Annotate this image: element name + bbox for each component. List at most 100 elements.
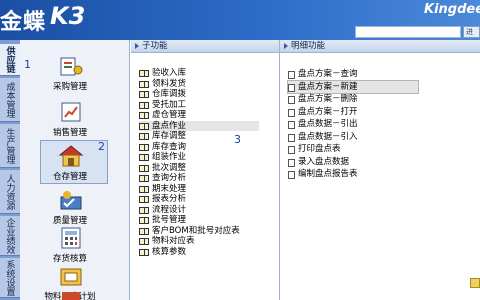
module-sales[interactable]: 销售管理 xyxy=(20,96,130,140)
annotation-1: 1 xyxy=(24,58,31,71)
tab-supply-chain[interactable]: 供应链 xyxy=(0,44,20,76)
list-item[interactable]: 盘点数据－引入 xyxy=(288,131,418,144)
document-icon xyxy=(288,83,295,92)
tab-system-settings[interactable]: 系统设置 xyxy=(0,258,20,298)
list-item-selected[interactable]: 盘点方案－新建 xyxy=(287,79,419,94)
book-icon xyxy=(139,112,149,119)
document-icon xyxy=(288,171,295,179)
book-icon xyxy=(139,196,149,203)
item-label: 客户BOM和批号对应表 xyxy=(152,225,240,236)
item-label: 盘点作业 xyxy=(152,120,187,131)
module-panel: 采购管理 销售管理 仓存管理 质量管理 存货核算 xyxy=(20,40,130,300)
list-item[interactable]: 录入盘点数据 xyxy=(288,156,418,169)
list-item[interactable]: 查询分析 xyxy=(139,173,259,184)
book-icon xyxy=(139,101,149,109)
list-item[interactable]: 批次调整 xyxy=(139,163,259,174)
list-item[interactable]: 期末处理 xyxy=(139,184,259,195)
list-item[interactable]: 流程设计 xyxy=(139,205,259,216)
quality-icon xyxy=(60,191,82,210)
search-button[interactable]: 进 xyxy=(463,26,480,38)
book-icon xyxy=(139,185,149,193)
search-input[interactable] xyxy=(355,26,461,38)
item-label: 物料对应表 xyxy=(152,236,195,246)
module-label: 仓存管理 xyxy=(52,172,87,182)
logo-text: 金蝶 xyxy=(0,10,47,35)
list-item[interactable]: 仓库调拨 xyxy=(139,89,259,100)
item-label: 盘点方案－打开 xyxy=(298,106,358,117)
list-item[interactable]: 库存查询 xyxy=(139,142,259,153)
book-icon xyxy=(139,122,149,130)
partial-module-icon xyxy=(62,292,80,300)
document-icon xyxy=(288,146,295,154)
tab-production-management[interactable]: 生产管理 xyxy=(0,124,20,168)
tab-enterprise-performance[interactable]: 企业绩效 xyxy=(0,216,20,256)
item-label: 编制盘点报告表 xyxy=(298,169,358,179)
list-item[interactable]: 批号管理 xyxy=(139,215,259,226)
document-icon xyxy=(288,121,295,129)
panel-divider xyxy=(279,40,280,300)
item-label: 批号管理 xyxy=(152,215,187,225)
item-label: 领料发货 xyxy=(152,78,187,89)
category-tabs: 供应链 成本管理 生产管理 人力资源 企业绩效 系统设置 xyxy=(0,40,20,300)
list-item[interactable]: 领料发货 xyxy=(139,79,259,90)
item-label: 盘点方案－查询 xyxy=(298,69,358,79)
list-item[interactable]: 受托加工 xyxy=(139,100,259,111)
list-item[interactable]: 盘点方案－删除 xyxy=(288,93,418,106)
book-icon xyxy=(139,248,149,256)
list-item[interactable]: 编制盘点报告表 xyxy=(288,168,418,181)
detail-function-title: 明细功能 xyxy=(291,41,326,51)
annotation-2: 2 xyxy=(98,140,105,153)
book-icon xyxy=(139,206,149,214)
item-label: 期末处理 xyxy=(152,183,187,194)
book-icon xyxy=(139,227,149,235)
item-label: 盘点方案－新建 xyxy=(298,81,358,92)
logo-mark: K3 xyxy=(50,2,86,30)
list-item[interactable]: 报表分析 xyxy=(139,194,259,205)
tab-cost-management[interactable]: 成本管理 xyxy=(0,78,20,122)
list-item[interactable]: 验收入库 xyxy=(139,68,259,79)
book-icon xyxy=(139,80,149,88)
list-item[interactable]: 客户BOM和批号对应表 xyxy=(139,226,259,237)
book-icon xyxy=(139,91,149,98)
sub-function-title: 子功能 xyxy=(142,41,168,51)
corner-tool-icon[interactable] xyxy=(470,278,480,288)
list-item[interactable]: 盘点数据－引出 xyxy=(288,118,418,131)
item-label: 仓库调拨 xyxy=(152,89,187,99)
book-icon xyxy=(139,164,149,172)
item-label: 库存查询 xyxy=(152,141,187,152)
item-label: 验收入库 xyxy=(152,68,187,78)
list-item[interactable]: 库存调整 xyxy=(139,131,259,142)
app-header: 金蝶 K3 Kingdee 进 xyxy=(0,0,480,40)
document-icon xyxy=(288,133,295,142)
item-label: 核算参数 xyxy=(152,246,187,257)
list-item-selected[interactable]: 盘点作业 xyxy=(139,120,259,131)
book-icon xyxy=(139,175,149,182)
list-item[interactable]: 打印盘点表 xyxy=(288,143,418,156)
list-item[interactable]: 核算参数 xyxy=(139,247,259,258)
list-item[interactable]: 盘点方案－查询 xyxy=(288,68,418,81)
list-item[interactable]: 虚仓管理 xyxy=(139,110,259,121)
list-item[interactable]: 组装作业 xyxy=(139,152,259,163)
tab-human-resources[interactable]: 人力资源 xyxy=(0,170,20,214)
book-icon xyxy=(139,133,149,140)
document-icon xyxy=(288,108,295,117)
module-label: 采购管理 xyxy=(52,82,87,92)
item-label: 盘点数据－引出 xyxy=(298,119,358,129)
module-warehouse[interactable]: 仓存管理 xyxy=(20,140,130,184)
item-label: 盘点方案－删除 xyxy=(298,94,358,104)
item-label: 组装作业 xyxy=(152,152,187,162)
list-item[interactable]: 盘点方案－打开 xyxy=(288,106,418,119)
warehouse-icon xyxy=(58,145,84,167)
module-purchase[interactable]: 采购管理 xyxy=(20,50,130,94)
module-label: 销售管理 xyxy=(52,128,87,138)
book-icon xyxy=(139,154,149,161)
item-label: 盘点数据－引入 xyxy=(298,131,358,142)
item-label: 虚仓管理 xyxy=(152,110,187,120)
document-icon xyxy=(288,96,295,104)
document-icon xyxy=(288,71,295,79)
item-label: 打印盘点表 xyxy=(298,144,341,154)
item-label: 流程设计 xyxy=(152,204,187,215)
list-item[interactable]: 物料对应表 xyxy=(139,236,259,247)
collapse-triangle-icon xyxy=(135,42,139,49)
sub-function-list: 验收入库 领料发货 仓库调拨 受托加工 虚仓管理 盘点作业 库存调整 库存查询 … xyxy=(139,68,259,257)
